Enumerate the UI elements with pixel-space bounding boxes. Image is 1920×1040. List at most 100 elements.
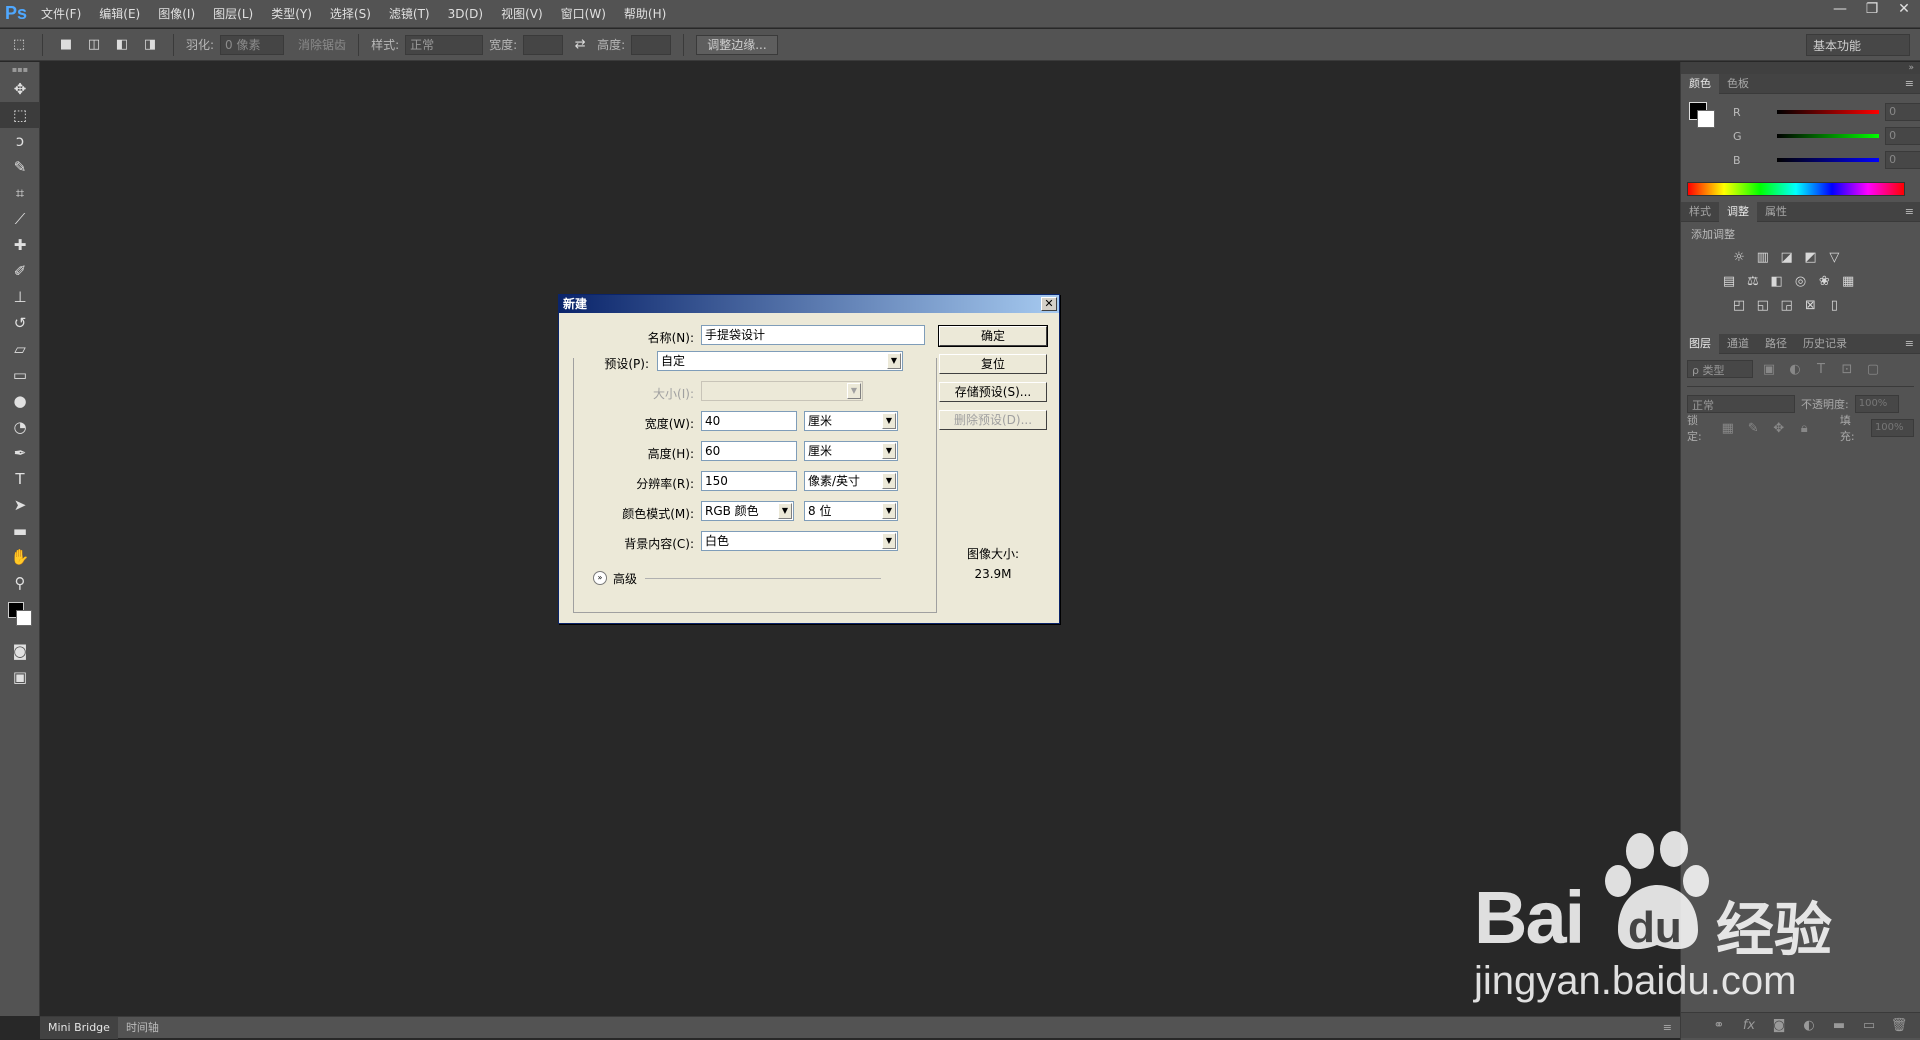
menu-image[interactable]: 图像(I)	[149, 0, 204, 28]
type-tool-icon[interactable]: T	[0, 466, 40, 492]
selective-color-icon[interactable]: ⊠	[1800, 296, 1820, 314]
menu-3d[interactable]: 3D(D)	[439, 0, 492, 28]
black-white-icon[interactable]: ◧	[1767, 272, 1787, 290]
slider-b-value[interactable]: 0	[1885, 151, 1920, 169]
panel-menu-icon[interactable]: ≡	[1905, 77, 1920, 90]
tab-styles[interactable]: 样式	[1681, 202, 1719, 222]
dialog-close-button[interactable]: ✕	[1041, 297, 1057, 311]
fill-input[interactable]: 100%	[1870, 419, 1914, 437]
invert-icon[interactable]: ◰	[1729, 296, 1749, 314]
healing-brush-tool-icon[interactable]: ✚	[0, 232, 40, 258]
filter-pixel-icon[interactable]: ▣	[1759, 360, 1779, 378]
add-selection-icon[interactable]: ◫	[83, 34, 105, 56]
chevron-down-icon[interactable]: ▼	[882, 533, 896, 549]
collapse-dock-icon[interactable]: »	[1681, 62, 1920, 74]
filter-type-icon[interactable]: T	[1811, 360, 1831, 378]
antialias-checkbox-label[interactable]: 消除锯齿	[298, 36, 346, 53]
photo-filter-icon[interactable]: ◎	[1790, 272, 1810, 290]
zoom-tool-icon[interactable]: ⚲	[0, 570, 40, 596]
posterize-icon[interactable]: ◱	[1753, 296, 1773, 314]
lock-position-icon[interactable]: ✥	[1769, 419, 1788, 437]
chevron-down-icon[interactable]: ▼	[882, 473, 896, 489]
history-brush-tool-icon[interactable]: ↺	[0, 310, 40, 336]
color-mode-select[interactable]: RGB 颜色 ▼	[701, 501, 794, 521]
menu-select[interactable]: 选择(S)	[321, 0, 380, 28]
path-select-tool-icon[interactable]: ➤	[0, 492, 40, 518]
clone-stamp-tool-icon[interactable]: ⊥	[0, 284, 40, 310]
screen-mode-icon[interactable]: ▣	[0, 664, 40, 690]
workspace-select[interactable]: 基本功能	[1806, 34, 1910, 56]
blend-mode-select[interactable]: 正常	[1687, 395, 1795, 413]
crop-tool-icon[interactable]: ⌗	[0, 180, 40, 206]
chevron-down-icon[interactable]: ▼	[778, 503, 792, 519]
tab-layers[interactable]: 图层	[1681, 333, 1719, 354]
add-mask-icon[interactable]: ◙	[1769, 1017, 1789, 1035]
panel-menu-icon[interactable]: ≡	[1905, 205, 1920, 218]
menu-help[interactable]: 帮助(H)	[615, 0, 675, 28]
channel-mixer-icon[interactable]: ❀	[1814, 272, 1834, 290]
tab-channels[interactable]: 通道	[1719, 334, 1757, 354]
menu-window[interactable]: 窗口(W)	[552, 0, 615, 28]
blur-tool-icon[interactable]: ●	[0, 388, 40, 414]
subtract-selection-icon[interactable]: ◧	[111, 34, 133, 56]
chevron-down-icon[interactable]: ▼	[882, 503, 896, 519]
advanced-label[interactable]: 高级	[613, 570, 637, 587]
tab-mini-bridge[interactable]: Mini Bridge	[40, 1016, 118, 1039]
new-group-icon[interactable]: ▬	[1829, 1017, 1849, 1035]
pen-tool-icon[interactable]: ✒	[0, 440, 40, 466]
resolution-unit-select[interactable]: 像素/英寸 ▼	[804, 471, 898, 491]
advanced-expand-icon[interactable]: »	[593, 571, 607, 585]
color-balance-icon[interactable]: ⚖	[1743, 272, 1763, 290]
resolution-input[interactable]: 150	[701, 471, 797, 491]
threshold-icon[interactable]: ◲	[1777, 296, 1797, 314]
menu-view[interactable]: 视图(V)	[492, 0, 552, 28]
lock-pixels-icon[interactable]: ▦	[1718, 419, 1737, 437]
lasso-tool-icon[interactable]: ↄ	[0, 128, 40, 154]
width-input[interactable]: 40	[701, 411, 797, 431]
marquee-tool-icon[interactable]: ⬚	[0, 102, 40, 128]
move-tool-icon[interactable]: ✥	[0, 76, 40, 102]
gradient-map-icon[interactable]: ▯	[1824, 296, 1844, 314]
menu-filter[interactable]: 滤镜(T)	[380, 0, 439, 28]
menu-type[interactable]: 类型(Y)	[262, 0, 321, 28]
slider-r-track[interactable]	[1777, 110, 1880, 114]
panel-menu-icon[interactable]: ≡	[1663, 1021, 1680, 1034]
menu-file[interactable]: 文件(F)	[32, 0, 90, 28]
brush-tool-icon[interactable]: ✐	[0, 258, 40, 284]
new-adjustment-icon[interactable]: ◐	[1799, 1017, 1819, 1035]
color-swatches[interactable]	[0, 596, 40, 638]
new-layer-icon[interactable]: ▭	[1859, 1017, 1879, 1035]
slider-r-value[interactable]: 0	[1885, 103, 1920, 121]
quick-mask-icon[interactable]: ◙	[0, 638, 40, 664]
hand-tool-icon[interactable]: ✋	[0, 544, 40, 570]
marquee-tool-preset-icon[interactable]: ⬚	[8, 34, 30, 56]
slider-g-track[interactable]	[1777, 134, 1880, 138]
tab-history[interactable]: 历史记录	[1795, 334, 1855, 354]
slider-g-value[interactable]: 0	[1885, 127, 1920, 145]
vibrance-icon[interactable]: ▽	[1824, 248, 1844, 266]
panel-menu-icon[interactable]: ≡	[1905, 337, 1920, 350]
height-unit-select[interactable]: 厘米 ▼	[804, 441, 898, 461]
intersect-selection-icon[interactable]: ◨	[139, 34, 161, 56]
width-input[interactable]	[523, 34, 564, 55]
tab-properties[interactable]: 属性	[1757, 202, 1795, 222]
fx-icon[interactable]: fx	[1739, 1017, 1759, 1035]
style-select[interactable]: 正常	[405, 34, 484, 55]
close-window-button[interactable]: ✕	[1888, 0, 1920, 18]
slider-b-track[interactable]	[1777, 158, 1880, 162]
delete-layer-icon[interactable]: 🗑︎	[1889, 1017, 1909, 1035]
brightness-icon[interactable]: ☼	[1729, 248, 1749, 266]
filter-adjust-icon[interactable]: ◐	[1785, 360, 1805, 378]
chevron-down-icon[interactable]: ▼	[882, 443, 896, 459]
restore-button[interactable]: ❐	[1856, 0, 1888, 18]
height-input[interactable]	[631, 34, 672, 55]
lock-all-icon[interactable]: 🔒︎	[1794, 419, 1813, 437]
gradient-tool-icon[interactable]: ▭	[0, 362, 40, 388]
tab-timeline[interactable]: 时间轴	[118, 1017, 167, 1039]
save-preset-button[interactable]: 存储预设(S)...	[939, 382, 1047, 402]
opacity-input[interactable]: 100%	[1854, 395, 1899, 413]
new-selection-icon[interactable]: ■	[55, 34, 77, 56]
filter-smart-icon[interactable]: ▢	[1863, 360, 1883, 378]
background-color-swatch[interactable]	[16, 610, 32, 626]
filter-shape-icon[interactable]: ⊡	[1837, 360, 1857, 378]
